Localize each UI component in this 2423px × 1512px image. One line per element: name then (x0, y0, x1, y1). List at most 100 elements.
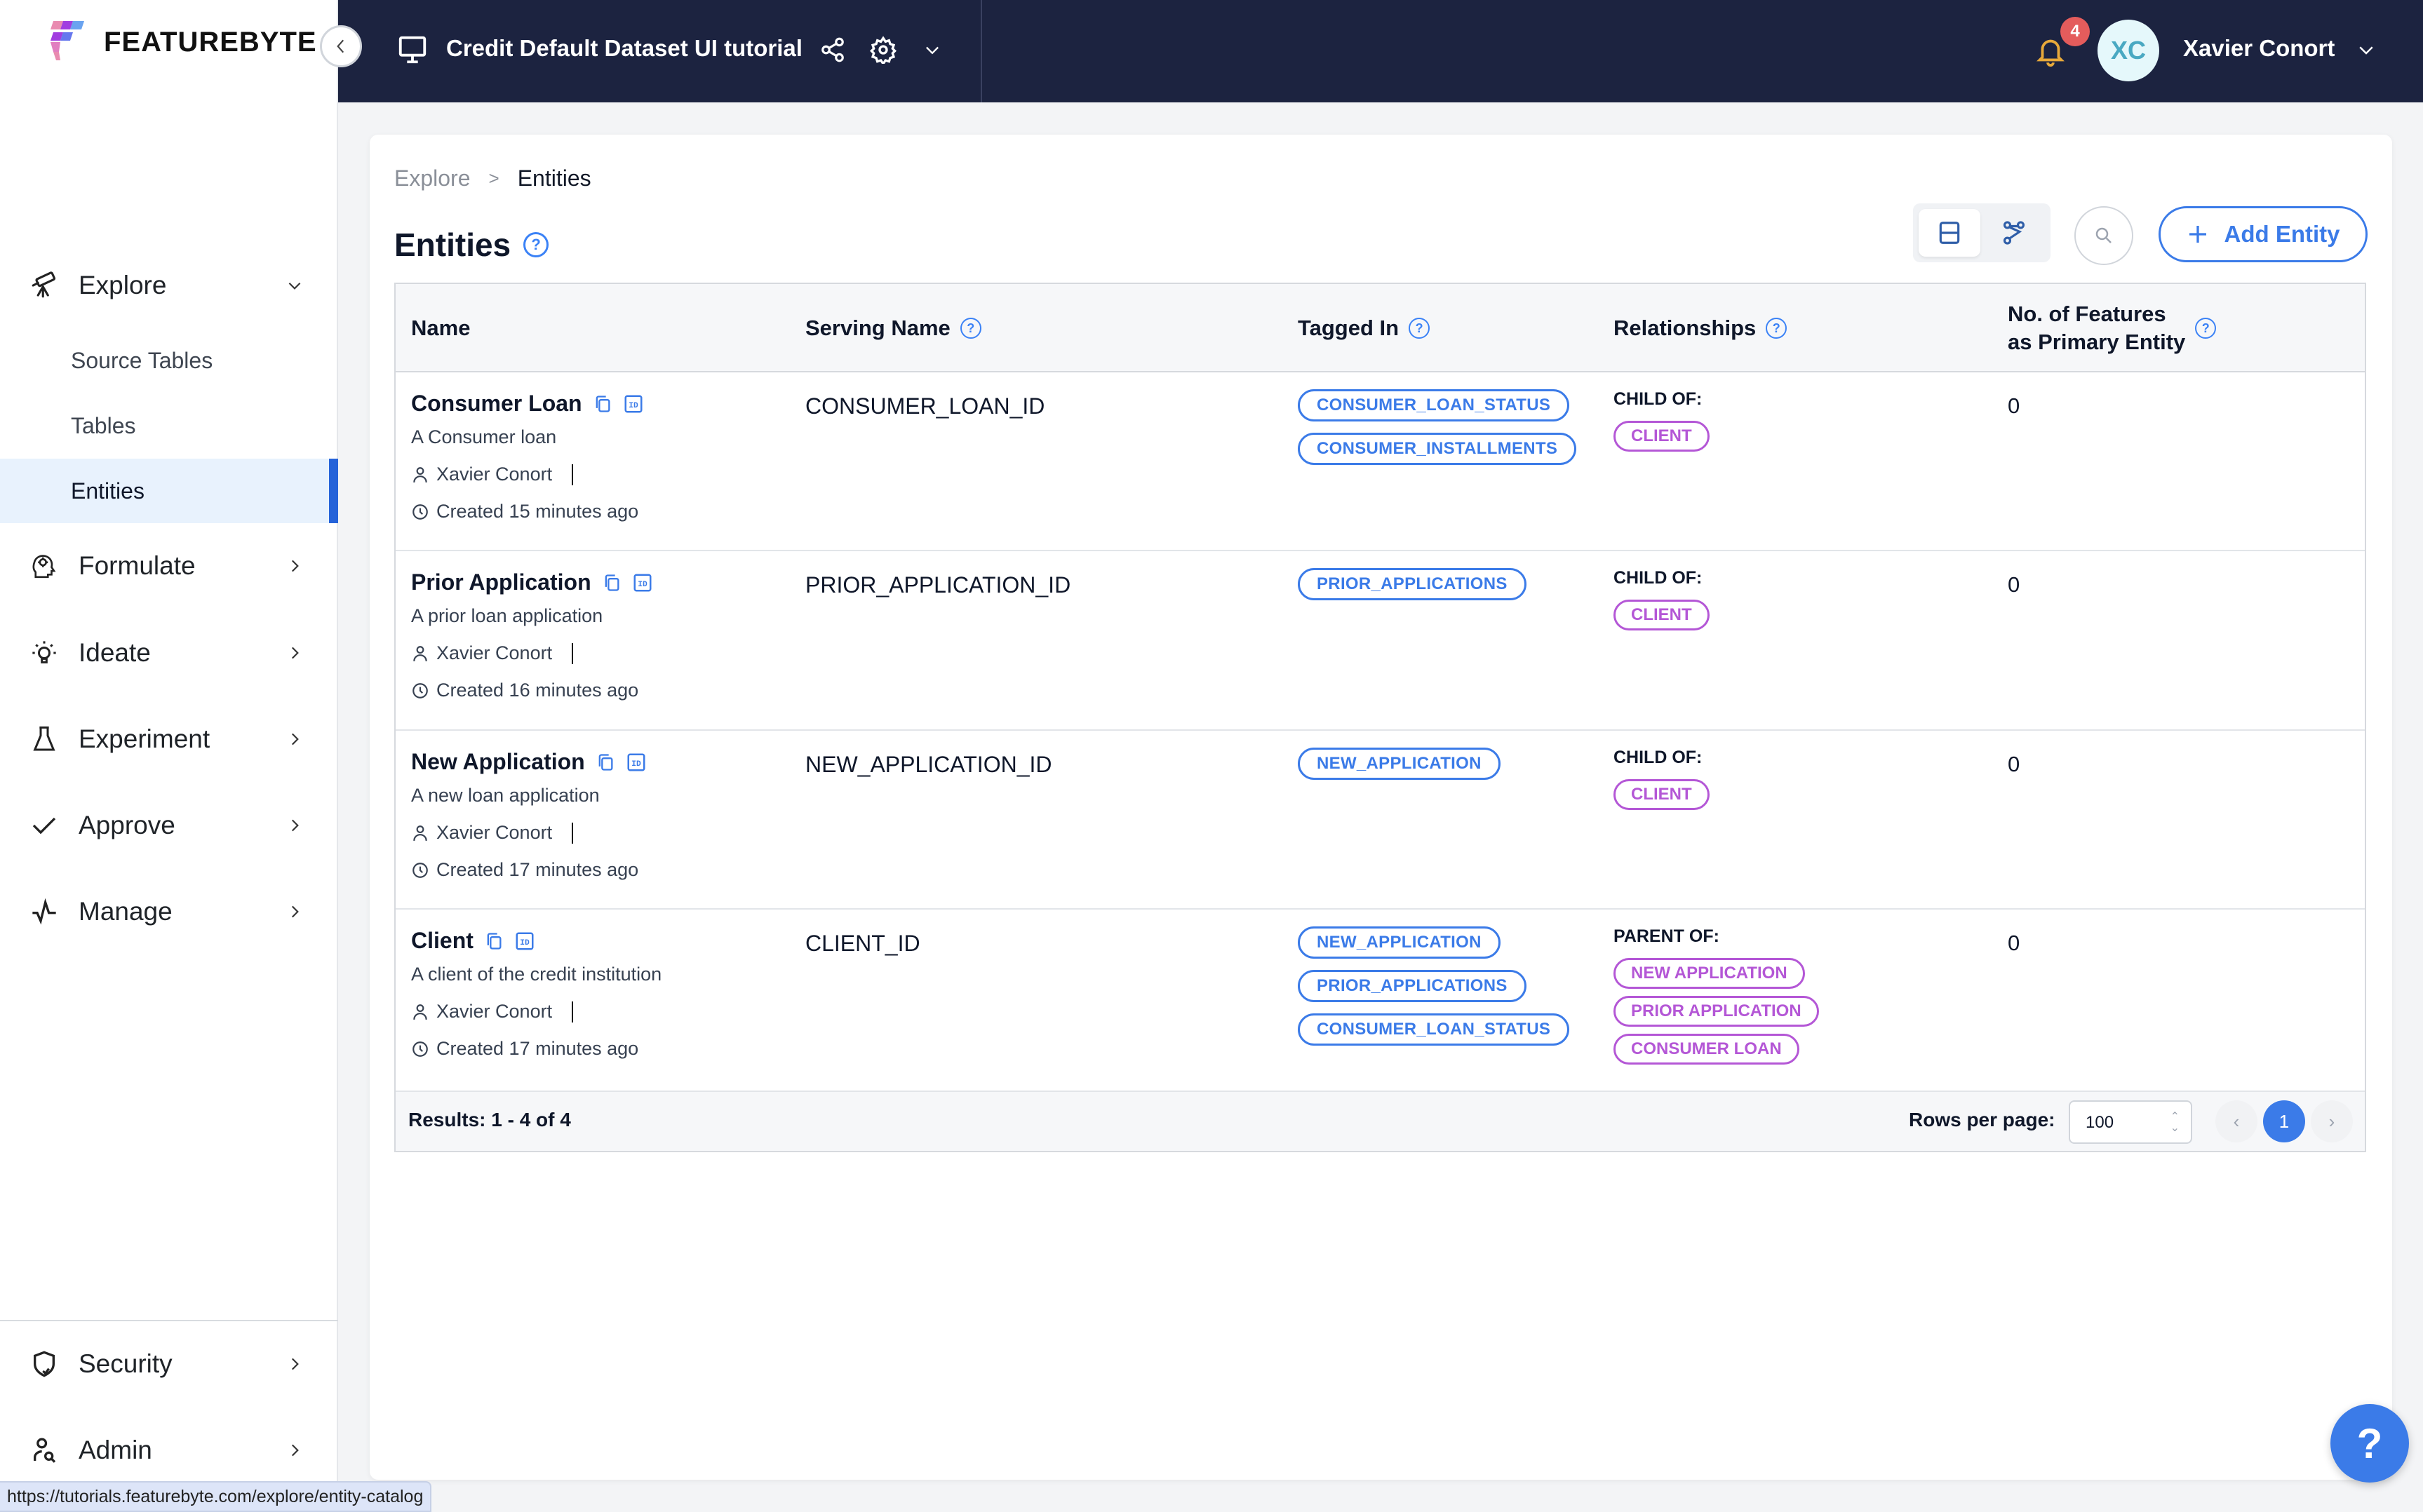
table-row[interactable]: Client ID A client of the credit institu… (396, 910, 2365, 1092)
help-icon[interactable]: ? (523, 232, 549, 257)
sidebar-item-formulate[interactable]: Formulate (0, 534, 337, 598)
copy-icon[interactable] (601, 572, 622, 594)
user-name[interactable]: Xavier Conort (2183, 35, 2335, 62)
id-icon[interactable]: ID (632, 572, 653, 594)
relationship-entity-tag[interactable]: CLIENT (1613, 421, 1710, 452)
graph-view-icon (2003, 221, 2025, 245)
copy-icon[interactable] (592, 393, 613, 415)
id-icon[interactable]: ID (626, 751, 647, 774)
select-arrows-icon: ⌃ ⌄ (2170, 1111, 2180, 1134)
featurebyte-logo[interactable]: FEATUREBYTE (49, 20, 317, 65)
entity-name[interactable]: Consumer Loan (411, 391, 582, 417)
plus-icon (2189, 226, 2206, 243)
sidebar-item-ideate[interactable]: Ideate (0, 621, 337, 684)
tagged-table-tag[interactable]: CONSUMER_LOAN_STATUS (1298, 389, 1570, 421)
user-menu-chevron-icon[interactable] (2356, 39, 2377, 60)
search-button[interactable] (2074, 206, 2133, 265)
copy-icon[interactable] (483, 930, 504, 952)
chevron-down-icon (284, 275, 305, 296)
breadcrumb: Explore > Entities (394, 166, 591, 191)
lightbulb-icon (28, 637, 60, 669)
help-icon[interactable]: ? (960, 318, 981, 339)
graph-view-button[interactable] (1983, 209, 2045, 257)
help-icon[interactable]: ? (2195, 318, 2217, 339)
sidebar-item-entities[interactable]: Entities (0, 459, 338, 523)
logo-text: FEATUREBYTE (104, 26, 317, 58)
clock-icon (412, 1041, 428, 1057)
entity-description: A client of the credit institution (411, 964, 662, 985)
avatar[interactable]: XC (2098, 20, 2159, 81)
tagged-table-tag[interactable]: PRIOR_APPLICATIONS (1298, 568, 1526, 600)
floating-help-button[interactable]: ? (2330, 1404, 2409, 1483)
next-page-button[interactable]: › (2311, 1100, 2353, 1142)
column-header-name[interactable]: Name (411, 284, 470, 372)
tagged-table-tag[interactable]: NEW_APPLICATION (1298, 926, 1501, 959)
breadcrumb-explore-link[interactable]: Explore (394, 166, 471, 191)
column-header-tagged-in[interactable]: Tagged In? (1298, 284, 1430, 372)
entity-created: Created 15 minutes ago (411, 501, 644, 522)
entity-name-cell: New Application ID A new loan applicatio… (411, 749, 647, 881)
tagged-table-tag[interactable]: CONSUMER_LOAN_STATUS (1298, 1013, 1570, 1046)
entity-name[interactable]: Client (411, 928, 474, 954)
table-row[interactable]: Consumer Loan ID A Consumer loan Xavier … (396, 372, 2365, 551)
id-icon[interactable]: ID (514, 930, 535, 952)
project-dropdown-chevron-icon[interactable] (918, 35, 947, 65)
tagged-table-tag[interactable]: NEW_APPLICATION (1298, 748, 1501, 780)
sidebar-item-admin[interactable]: Admin (0, 1419, 337, 1482)
meta-separator (572, 822, 574, 844)
add-entity-button[interactable]: Add Entity (2159, 206, 2368, 262)
sidebar-item-tables[interactable]: Tables (0, 393, 338, 458)
sidebar-item-explore[interactable]: Explore (0, 254, 337, 317)
previous-page-button[interactable]: ‹ (2215, 1100, 2257, 1142)
column-header-serving-name[interactable]: Serving Name? (805, 284, 981, 372)
sidebar-item-approve[interactable]: Approve (0, 794, 337, 857)
table-row[interactable]: New Application ID A new loan applicatio… (396, 731, 2365, 910)
relationships-cell: CHILD OF: CLIENT (1613, 748, 1710, 817)
entity-owner: Xavier Conort (411, 464, 644, 485)
tagged-table-tag[interactable]: CONSUMER_INSTALLMENTS (1298, 433, 1577, 465)
column-header-relationships[interactable]: Relationships? (1613, 284, 1787, 372)
relationship-type: CHILD OF: (1613, 748, 1703, 767)
list-view-icon (1939, 222, 1960, 244)
chevron-right-icon (284, 1440, 305, 1461)
svg-text:ID: ID (631, 760, 641, 769)
help-icon[interactable]: ? (1766, 318, 1787, 339)
id-icon[interactable]: ID (623, 393, 644, 415)
entity-name[interactable]: New Application (411, 749, 585, 775)
sidebar-item-experiment[interactable]: Experiment (0, 708, 337, 771)
help-icon[interactable]: ? (1409, 318, 1430, 339)
telescope-icon (28, 269, 60, 302)
relationship-entity-tag[interactable]: CLIENT (1613, 600, 1710, 630)
collapse-sidebar-button[interactable] (320, 25, 362, 67)
serving-name: PRIOR_APPLICATION_ID (805, 572, 1071, 598)
user-icon (413, 645, 427, 661)
results-count: Results: 1 - 4 of 4 (408, 1109, 571, 1130)
sidebar-item-source-tables[interactable]: Source Tables (0, 328, 338, 393)
relationship-entity-tag[interactable]: PRIOR APPLICATION (1613, 996, 1819, 1027)
column-header-features[interactable]: No. of Features as Primary Entity ? (2008, 284, 2217, 372)
sidebar-item-security[interactable]: Security (0, 1332, 337, 1396)
relationship-entity-tag[interactable]: CLIENT (1613, 779, 1710, 810)
gear-icon[interactable] (868, 35, 898, 65)
tagged-table-tag[interactable]: PRIOR_APPLICATIONS (1298, 970, 1526, 1002)
rows-per-page-select[interactable]: 100 ⌃ ⌄ (2069, 1100, 2192, 1144)
list-view-button[interactable] (1919, 209, 1980, 257)
relationship-entity-tag[interactable]: NEW APPLICATION (1613, 958, 1805, 989)
entity-name-cell: Consumer Loan ID A Consumer loan Xavier … (411, 391, 644, 522)
table-header: Name Serving Name? Tagged In? Relationsh… (396, 284, 2365, 372)
meta-separator (572, 642, 574, 664)
tagged-in-cell: NEW_APPLICATION (1298, 748, 1501, 791)
share-icon[interactable] (818, 35, 847, 65)
page-button-current[interactable]: 1 (2263, 1100, 2305, 1142)
tagged-in-cell: CONSUMER_LOAN_STATUS CONSUMER_INSTALLMENT… (1298, 389, 1577, 476)
table-body: Consumer Loan ID A Consumer loan Xavier … (396, 372, 2365, 1092)
entity-name[interactable]: Prior Application (411, 569, 591, 595)
sidebar-item-manage[interactable]: Manage (0, 880, 337, 943)
chevron-right-icon (284, 1354, 305, 1375)
table-row[interactable]: Prior Application ID A prior loan applic… (396, 551, 2365, 731)
project-title[interactable]: Credit Default Dataset UI tutorial (446, 35, 803, 62)
relationship-entity-tag[interactable]: CONSUMER LOAN (1613, 1034, 1799, 1065)
features-count: 0 (2008, 752, 2020, 776)
copy-icon[interactable] (595, 751, 616, 774)
chevron-right-icon (284, 901, 305, 922)
